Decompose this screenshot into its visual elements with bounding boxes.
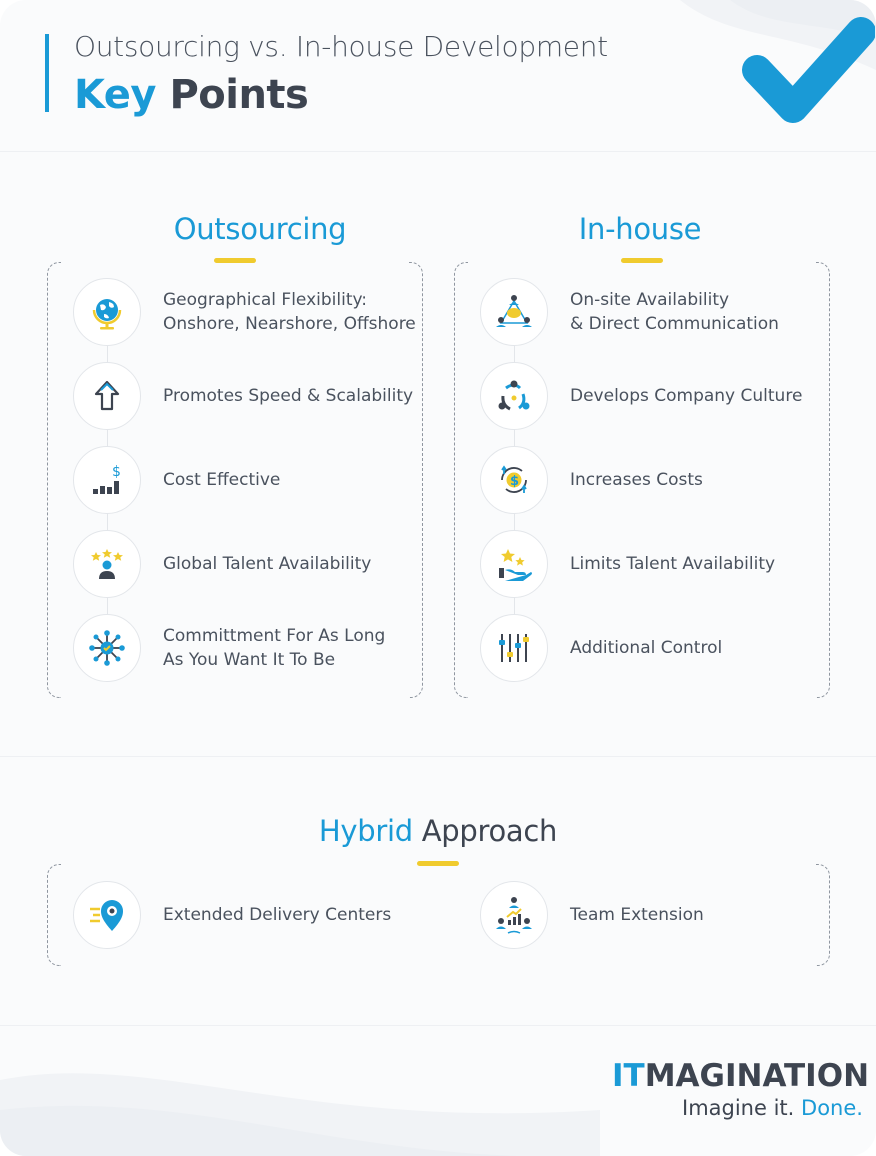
logo-tagline-done: Done.: [801, 1096, 863, 1120]
logo-wordmark: ITMAGINATION: [612, 1058, 869, 1094]
hybrid-item-delivery: Extended Delivery Centers: [73, 881, 391, 949]
inhouse-item-label: Increases Costs: [570, 470, 703, 490]
inhouse-item-control: Additional Control: [480, 614, 722, 682]
page-title-part1: Key: [74, 72, 157, 118]
logo-rest: MAGINATION: [644, 1058, 870, 1094]
infographic-card: Outsourcing vs. In-house Development Key…: [0, 0, 876, 1156]
outsourcing-item-geo: Geographical Flexibility: Onshore, Nears…: [73, 278, 416, 346]
network-hub-icon: [73, 614, 141, 682]
inhouse-item-label: Limits Talent Availability: [570, 554, 776, 574]
hybrid-item-label: Extended Delivery Centers: [163, 905, 392, 925]
outsourcing-title: Outsourcing: [173, 212, 347, 246]
outsourcing-item-cost: $ Cost Effective: [73, 446, 280, 514]
arrow-up-icon: [73, 362, 141, 430]
dollar-cycle-icon: $: [480, 446, 548, 514]
outsourcing-item-label: Promotes Speed & Scalability: [163, 386, 414, 406]
header: Outsourcing vs. In-house Development Key…: [0, 0, 876, 152]
header-subtitle: Outsourcing vs. In-house Development: [74, 30, 608, 63]
itmagination-logo: ITMAGINATION Imagine it. Done.: [612, 1058, 869, 1120]
culture-cycle-icon: [480, 362, 548, 430]
location-pin-icon: [73, 881, 141, 949]
outsourcing-item-speed: Promotes Speed & Scalability: [73, 362, 413, 430]
section-divider: [0, 756, 876, 757]
panel-bracket-left: [454, 262, 468, 698]
checkmark-icon: [742, 17, 875, 123]
inhouse-item-onsite: On-site Availability & Direct Communicat…: [480, 278, 779, 346]
inhouse-item-limits: Limits Talent Availability: [480, 530, 775, 598]
logo-it: IT: [612, 1058, 645, 1094]
hybrid-item-label: Team Extension: [570, 905, 704, 925]
panel-bracket-left: [47, 864, 61, 966]
decorative-wave-bottom: [0, 1073, 600, 1156]
outsourcing-item-label: Committment For As Long As You Want It T…: [163, 626, 386, 670]
talent-stars-icon: [73, 530, 141, 598]
inhouse-title: In-house: [578, 212, 702, 246]
globe-icon: [73, 278, 141, 346]
sliders-icon: [480, 614, 548, 682]
hybrid-title-part2: Approach: [421, 814, 558, 848]
hybrid-item-team: Team Extension: [480, 881, 704, 949]
svg-text:$: $: [112, 464, 121, 480]
panel-bracket-right: [816, 864, 830, 966]
logo-tagline: Imagine it. Done.: [682, 1096, 863, 1120]
team-chat-icon: [480, 278, 548, 346]
team-growth-icon: [480, 881, 548, 949]
panel-bracket-left: [47, 262, 61, 698]
outsourcing-item-commitment: Committment For As Long As You Want It T…: [73, 614, 385, 682]
inhouse-item-costs: $ Increases Costs: [480, 446, 703, 514]
header-accent-bar: [45, 34, 49, 112]
outsourcing-item-label: Cost Effective: [163, 470, 281, 490]
hybrid-title: Hybrid Approach: [0, 814, 876, 848]
outsourcing-item-label: Geographical Flexibility: Onshore, Nears…: [163, 290, 416, 334]
inhouse-item-label: On-site Availability & Direct Communicat…: [570, 290, 779, 334]
page-title-part2: Points: [169, 72, 309, 118]
logo-tagline-text: Imagine it.: [682, 1096, 795, 1120]
cost-chart-icon: $: [73, 446, 141, 514]
inhouse-item-label: Develops Company Culture: [570, 386, 803, 406]
inhouse-item-label: Additional Control: [570, 638, 723, 658]
inhouse-item-culture: Develops Company Culture: [480, 362, 802, 430]
hybrid-title-part1: Hybrid: [318, 814, 413, 848]
outsourcing-item-talent: Global Talent Availability: [73, 530, 371, 598]
hand-stars-icon: [480, 530, 548, 598]
page-title: Key Points: [74, 72, 309, 118]
outsourcing-item-label: Global Talent Availability: [163, 554, 372, 574]
svg-text:$: $: [510, 474, 519, 489]
panel-bracket-right: [816, 262, 830, 698]
